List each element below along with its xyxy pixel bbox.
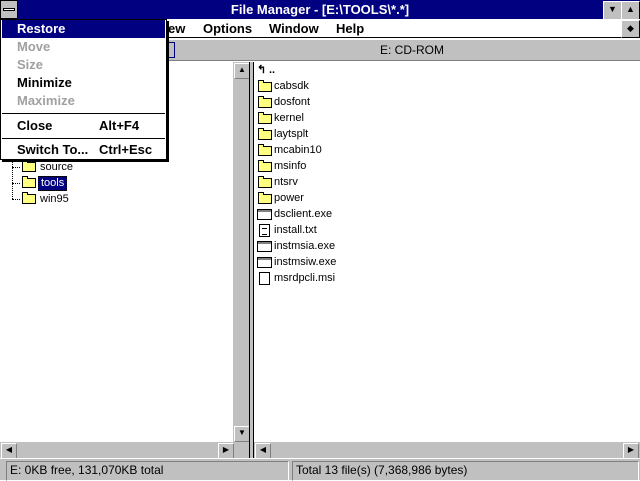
menu-separator <box>2 113 165 114</box>
scroll-left-arrow-icon[interactable]: ◀ <box>1 443 17 459</box>
status-disk-info: E: 0KB free, 131,070KB total <box>6 461 289 481</box>
tree-line <box>12 167 20 168</box>
menu-help[interactable]: Help <box>336 21 364 36</box>
folder-icon <box>22 160 36 172</box>
file-item-label: power <box>274 192 304 204</box>
menu-item-close[interactable]: Close Alt+F4 <box>2 117 165 135</box>
tree-line <box>12 157 13 199</box>
menu-view-partial[interactable]: ew <box>168 21 185 36</box>
open-folder-icon <box>22 176 36 188</box>
folder-icon <box>258 144 272 156</box>
file-item-label: install.txt <box>274 224 317 236</box>
menu-item-shortcut: Alt+F4 <box>99 118 140 133</box>
menu-item-move: Move <box>2 38 165 56</box>
tree-line <box>12 199 20 200</box>
tree-line <box>12 183 20 184</box>
file-item-label: msinfo <box>274 160 307 172</box>
scroll-right-arrow-icon[interactable]: ▶ <box>623 443 639 459</box>
menu-item-minimize[interactable]: Minimize <box>2 74 165 92</box>
file-item-label: .. <box>269 64 276 76</box>
menu-item-label: Move <box>17 39 51 54</box>
menu-item-switch-to[interactable]: Switch To... Ctrl+Esc <box>2 141 165 159</box>
system-menu: Restore Move Size Minimize Maximize Clos… <box>0 19 167 160</box>
control-menu-box[interactable] <box>0 0 18 19</box>
folder-icon <box>22 192 36 204</box>
minimize-button[interactable]: ▼ <box>603 1 622 20</box>
text-document-icon <box>259 224 270 237</box>
document-icon <box>259 272 270 285</box>
file-item-label: instmsiw.exe <box>274 256 337 268</box>
tree-item-label: tools <box>38 176 68 191</box>
scroll-right-arrow-icon[interactable]: ▶ <box>218 443 234 459</box>
drive-icon[interactable] <box>167 42 175 58</box>
folder-icon <box>258 128 272 140</box>
program-file-icon <box>257 209 272 220</box>
tree-vertical-scrollbar[interactable]: ▲ ▼ <box>233 62 250 442</box>
scroll-down-arrow-icon[interactable]: ▼ <box>234 426 250 442</box>
menu-item-label: Switch To... <box>17 142 89 157</box>
menu-item-label: Minimize <box>17 75 72 90</box>
menu-item-label: Close <box>17 118 53 133</box>
menu-item-size: Size <box>2 56 165 74</box>
maximize-button[interactable]: ▲ <box>621 1 640 20</box>
file-item-label: instmsia.exe <box>274 240 336 252</box>
file-horizontal-scrollbar[interactable]: ◀ ▶ <box>254 442 640 459</box>
scroll-up-arrow-icon[interactable]: ▲ <box>234 63 250 79</box>
file-item-label: cabsdk <box>274 80 309 92</box>
control-menu-icon <box>3 8 15 11</box>
menu-window[interactable]: Window <box>269 21 319 36</box>
program-file-icon <box>257 257 272 268</box>
window-title: File Manager - [E:\TOOLS\*.*] <box>230 2 410 17</box>
folder-icon <box>258 192 272 204</box>
file-item-label: msrdpcli.msi <box>274 272 336 284</box>
tree-item-label: win95 <box>40 193 69 205</box>
folder-icon <box>258 112 272 124</box>
file-item-label: laytsplt <box>274 128 309 140</box>
file-item-label: dosfont <box>274 96 311 108</box>
scroll-left-arrow-icon[interactable]: ◀ <box>255 443 271 459</box>
tree-item-label: source <box>40 161 74 173</box>
menu-item-label: Restore <box>17 21 66 36</box>
folder-icon <box>258 160 272 172</box>
tree-horizontal-scrollbar[interactable]: ◀ ▶ <box>0 442 249 459</box>
file-item-label: mcabin10 <box>274 144 322 156</box>
folder-icon <box>258 96 272 108</box>
status-file-info: Total 13 file(s) (7,368,986 bytes) <box>292 461 639 481</box>
folder-icon <box>258 80 272 92</box>
restore-child-button[interactable]: ◆ <box>621 20 640 38</box>
file-item-label: dsclient.exe <box>274 208 333 220</box>
drive-label: E: CD-ROM <box>380 43 444 57</box>
menu-item-restore[interactable]: Restore <box>2 20 165 38</box>
menu-item-maximize: Maximize <box>2 92 165 110</box>
folder-icon <box>258 176 272 188</box>
up-arrow-icon: ↰ <box>257 64 267 76</box>
file-item-label: ntsrv <box>274 176 298 188</box>
menu-item-label: Maximize <box>17 93 75 108</box>
menu-item-label: Size <box>17 57 44 72</box>
menu-separator <box>2 138 165 139</box>
title-bar: File Manager - [E:\TOOLS\*.*] ▼ ▲ <box>0 0 640 20</box>
file-pane[interactable]: ↰ .. cabsdk dosfont kernel laytsplt mcabin10… <box>254 62 640 442</box>
status-bar: E: 0KB free, 131,070KB total Total 13 fi… <box>0 458 640 481</box>
program-file-icon <box>257 241 272 252</box>
menu-item-shortcut: Ctrl+Esc <box>99 142 153 157</box>
menu-options[interactable]: Options <box>203 21 252 36</box>
file-item-label: kernel <box>274 112 304 124</box>
